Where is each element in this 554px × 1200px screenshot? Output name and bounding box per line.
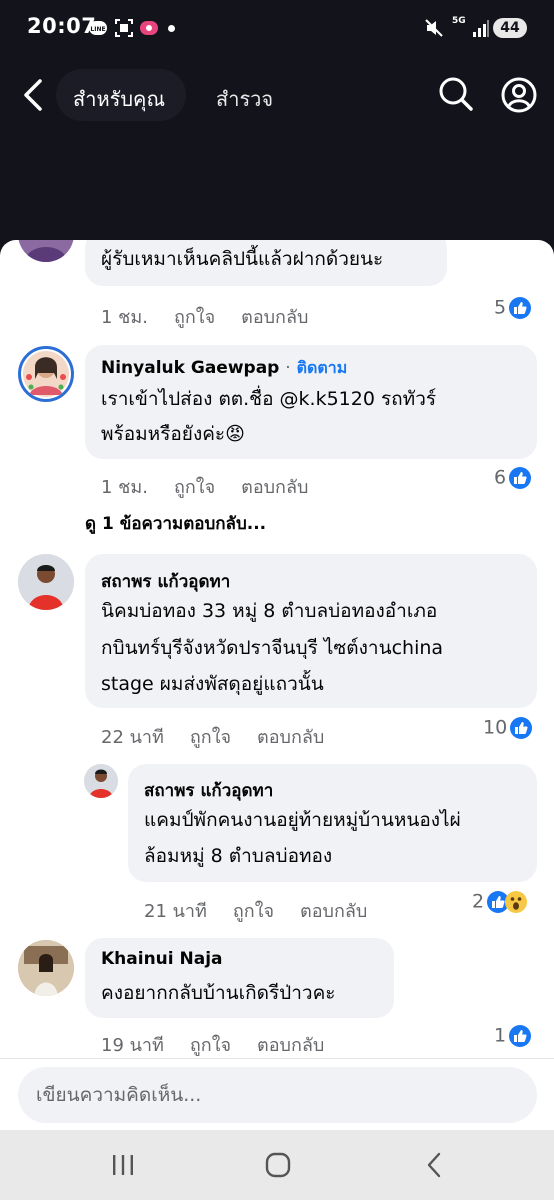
wow-reaction-icon — [505, 890, 528, 913]
home-icon[interactable] — [264, 1150, 292, 1180]
reply-button[interactable]: ตอบกลับ — [300, 901, 367, 922]
see-replies-link[interactable]: ดู 1 ข้อความตอบกลับ... — [85, 510, 266, 537]
comment-text-line: คงอยากกลับบ้านเกิดรีป่าวคะ — [101, 982, 336, 1004]
back-icon[interactable] — [422, 1150, 446, 1180]
reaction-count[interactable]: 1 — [494, 1024, 532, 1048]
comment-meta: 22 นาที ถูกใจ ตอบกลับ — [101, 722, 324, 751]
comment-time: 22 นาที — [101, 727, 164, 748]
search-icon[interactable] — [438, 76, 474, 112]
comment-meta: 1 ชม. ถูกใจ ตอบกลับ — [101, 472, 308, 501]
status-dot — [168, 25, 175, 32]
reply-button[interactable]: ตอบกลับ — [257, 1035, 324, 1056]
reaction-count[interactable]: 5 — [494, 296, 532, 320]
status-bar: 20:07 LINE 5G 44 — [0, 0, 554, 56]
like-reaction-icon — [509, 296, 532, 319]
comment-meta: 19 นาที ถูกใจ ตอบกลับ — [101, 1030, 324, 1059]
reaction-count[interactable]: 6 — [494, 466, 532, 490]
signal-icon — [473, 20, 489, 37]
comment-text-line: กบินทร์บุรีจังหวัดปราจีนบุรี ไซต์งานchin… — [101, 637, 444, 659]
mute-icon — [425, 19, 443, 37]
comment-input[interactable] — [18, 1067, 537, 1123]
comment-bubble[interactable]: Khainui Naja คงอยากกลับบ้านเกิดรีป่าวคะ — [85, 938, 394, 1018]
reaction-count[interactable]: 10 — [483, 716, 533, 740]
avatar[interactable] — [18, 346, 74, 402]
comment-text-line: stage ผมส่งพัสดุอยู่แถวนั้น — [101, 673, 324, 695]
comment-time: 1 ชม. — [101, 307, 148, 328]
battery-indicator: 44 — [493, 18, 527, 38]
tab-for-you[interactable]: สำหรับคุณ — [73, 83, 165, 115]
avatar[interactable] — [18, 240, 74, 262]
comment-time: 1 ชม. — [101, 477, 148, 498]
reply-button[interactable]: ตอบกลับ — [257, 727, 324, 748]
reply-text-line: ล้อมหมู่ 8 ตำบลบ่อทอง — [144, 845, 333, 867]
screenshot-icon — [115, 19, 133, 37]
like-button[interactable]: ถูกใจ — [174, 477, 215, 498]
like-button[interactable]: ถูกใจ — [174, 307, 215, 328]
reply-bubble[interactable]: สถาพร แก้วอุดทา แคมป์พักคนงานอยู่ท้ายหมู… — [128, 764, 537, 882]
avatar[interactable] — [18, 554, 74, 610]
like-reaction-icon — [509, 1024, 532, 1047]
status-time: 20:07 — [27, 14, 97, 38]
comment-composer — [0, 1058, 554, 1131]
android-navigation-bar — [0, 1130, 554, 1200]
comment-text-line: พร้อมหรือยังค่ะ😡 — [101, 423, 245, 445]
svg-text:LINE: LINE — [90, 26, 105, 33]
reply-button[interactable]: ตอบกลับ — [241, 477, 308, 498]
comment-author[interactable]: Khainui Naja — [101, 949, 223, 969]
comment-text-line: นิคมบ่อทอง 33 หมู่ 8 ตำบลบ่อทองอำเภอ — [101, 600, 438, 622]
like-button[interactable]: ถูกใจ — [190, 1035, 231, 1056]
comment-author[interactable]: สถาพร แก้วอุดทา — [101, 568, 230, 595]
like-button[interactable]: ถูกใจ — [190, 727, 231, 748]
back-arrow-icon[interactable] — [20, 78, 50, 112]
notification-icon — [140, 21, 158, 35]
comment-author[interactable]: Ninyaluk Gaewpap · ติดตาม — [101, 356, 347, 381]
profile-icon[interactable] — [500, 76, 538, 114]
avatar[interactable] — [18, 940, 74, 996]
like-reaction-icon — [509, 466, 532, 489]
comment-text: ผู้รับเหมาเห็นคลิปนี้แล้วฝากด้วยนะ — [101, 248, 384, 270]
comment-meta: 1 ชม. ถูกใจ ตอบกลับ — [101, 302, 308, 331]
top-navigation: สำหรับคุณ สำรวจ — [0, 56, 554, 240]
comment-bubble[interactable]: Ninyaluk Gaewpap · ติดตาม เราเข้าไปส่อง … — [85, 345, 537, 459]
comment-bubble[interactable]: สถาพร แก้วอุดทา นิคมบ่อทอง 33 หมู่ 8 ตำบ… — [85, 554, 537, 708]
reply-meta: 21 นาที ถูกใจ ตอบกลับ — [144, 896, 367, 925]
reply-text-line: แคมป์พักคนงานอยู่ท้ายหมู่บ้านหนองไผ่ — [144, 809, 461, 831]
like-reaction-icon — [510, 716, 533, 739]
follow-button[interactable]: ติดตาม — [297, 358, 348, 377]
reply-button[interactable]: ตอบกลับ — [241, 307, 308, 328]
network-type: 5G — [452, 16, 466, 26]
reaction-count[interactable]: 2 — [472, 890, 528, 914]
comments-sheet: ผู้รับเหมาเห็นคลิปนี้แล้วฝากด้วยนะ 1 ชม.… — [0, 240, 554, 1130]
comment-text-line: เราเข้าไปส่อง ตต.ชื่อ @k.k5120 รถทัวร์ — [101, 388, 437, 410]
recent-apps-icon[interactable] — [111, 1150, 135, 1180]
comment-bubble[interactable]: ผู้รับเหมาเห็นคลิปนี้แล้วฝากด้วยนะ — [85, 240, 447, 286]
tab-explore[interactable]: สำรวจ — [216, 83, 273, 115]
like-button[interactable]: ถูกใจ — [233, 901, 274, 922]
comment-time: 19 นาที — [101, 1035, 164, 1056]
line-icon: LINE — [89, 21, 107, 35]
reply-time: 21 นาที — [144, 901, 207, 922]
avatar[interactable] — [84, 764, 118, 798]
reply-author[interactable]: สถาพร แก้วอุดทา — [144, 777, 273, 804]
